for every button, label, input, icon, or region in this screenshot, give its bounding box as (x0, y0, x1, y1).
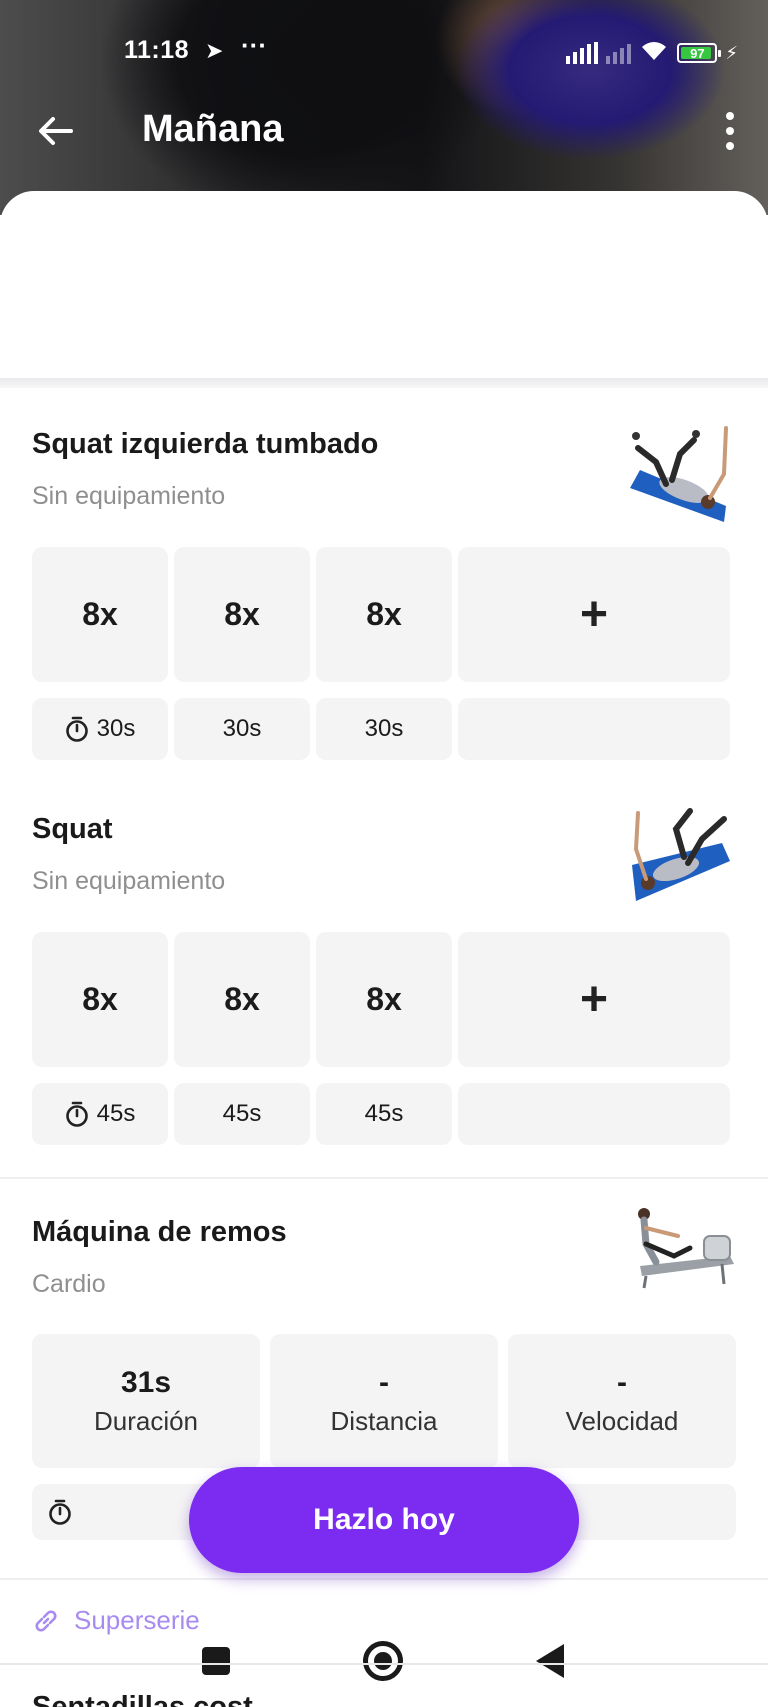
metric-speed[interactable]: - Velocidad (508, 1334, 736, 1468)
signal-2-icon (606, 42, 632, 64)
metric-value: - (379, 1365, 389, 1399)
exercise-thumbnail (630, 426, 728, 522)
battery-icon: 97 (677, 43, 722, 63)
more-notifications-icon: ··· (241, 30, 267, 60)
rest-time-empty[interactable] (458, 698, 730, 760)
sheet-top-area (0, 191, 768, 378)
set-reps-1[interactable]: 8x (32, 547, 168, 682)
set-reps-1[interactable]: 8x (32, 932, 168, 1067)
exercise-name: Squat izquierda tumbado (32, 428, 379, 460)
status-bar: 11:18 ➤ ··· 97 ⚡ (0, 30, 768, 68)
rest-time-1[interactable]: 30s (32, 698, 168, 760)
rest-time-empty[interactable] (458, 1083, 730, 1145)
next-exercise-name: Sentadillas cost (32, 1691, 253, 1707)
rest-time-2[interactable]: 45s (174, 1083, 310, 1145)
exercise-thumbnail (632, 808, 730, 901)
rest-time-3[interactable]: 45s (316, 1083, 452, 1145)
set-reps-3[interactable]: 8x (316, 547, 452, 682)
arrow-left-icon (39, 117, 73, 145)
set-reps-2[interactable]: 8x (174, 547, 310, 682)
back-button[interactable] (30, 106, 80, 156)
charging-icon: ⚡ (725, 42, 738, 63)
set-reps-2[interactable]: 8x (174, 932, 310, 1067)
add-set-button[interactable]: + (458, 932, 730, 1067)
rest-time-value: 45s (96, 1100, 136, 1127)
set-reps-3[interactable]: 8x (316, 932, 452, 1067)
page-title: Mañana (142, 108, 284, 150)
exercise-card[interactable]: Squat Sin equipamiento 8x 8x 8x + 45s 45… (0, 805, 768, 1155)
metric-distance[interactable]: - Distancia (270, 1334, 498, 1468)
signal-icon (566, 42, 599, 64)
exercise-card[interactable]: Squat izquierda tumbado Sin equipamiento… (0, 420, 768, 770)
home-button[interactable] (363, 1641, 403, 1681)
rest-time-value: 30s (96, 715, 136, 742)
add-set-button[interactable]: + (458, 547, 730, 682)
header-photo: 11:18 ➤ ··· 97 ⚡ Mañana (0, 0, 768, 215)
do-it-today-button[interactable]: Hazlo hoy (189, 1467, 579, 1573)
exercise-divider (0, 1578, 768, 1580)
exercise-equipment: Sin equipamiento (32, 867, 226, 895)
rest-time-3[interactable]: 30s (316, 698, 452, 760)
battery-level: 97 (690, 45, 705, 61)
plus-icon: + (579, 587, 609, 641)
exercise-name: Squat (32, 813, 113, 845)
rest-time-2[interactable]: 30s (174, 698, 310, 760)
metric-label: Velocidad (565, 1405, 679, 1436)
status-icons: 97 ⚡ (566, 38, 738, 68)
plus-icon: + (579, 972, 609, 1026)
overflow-menu-button[interactable] (710, 106, 750, 156)
metric-label: Distancia (330, 1405, 438, 1436)
exercise-equipment: Sin equipamiento (32, 482, 226, 510)
metric-duration[interactable]: 31s Duración (32, 1334, 260, 1468)
exercise-thumbnail (638, 1208, 734, 1289)
exercise-divider (0, 1177, 768, 1179)
stopwatch-icon (65, 1101, 88, 1127)
exercise-equipment: Cardio (32, 1270, 106, 1298)
stopwatch-icon (65, 716, 88, 742)
more-vertical-icon (726, 112, 734, 120)
wifi-icon (639, 38, 669, 68)
system-nav-bar (0, 1630, 768, 1690)
metric-value: - (617, 1365, 627, 1399)
status-time: 11:18 (124, 36, 190, 64)
system-back-button[interactable] (536, 1644, 564, 1678)
section-divider (0, 378, 768, 388)
stopwatch-icon (49, 1499, 71, 1525)
rest-time-1[interactable]: 45s (32, 1083, 168, 1145)
metric-value: 31s (120, 1365, 172, 1399)
exercise-name: Máquina de remos (32, 1216, 287, 1248)
telegram-icon: ➤ (205, 38, 224, 63)
recents-button[interactable] (202, 1647, 230, 1675)
top-app-bar: Mañana (0, 100, 768, 164)
bottom-divider (0, 1663, 768, 1665)
metric-label: Duración (93, 1405, 199, 1436)
